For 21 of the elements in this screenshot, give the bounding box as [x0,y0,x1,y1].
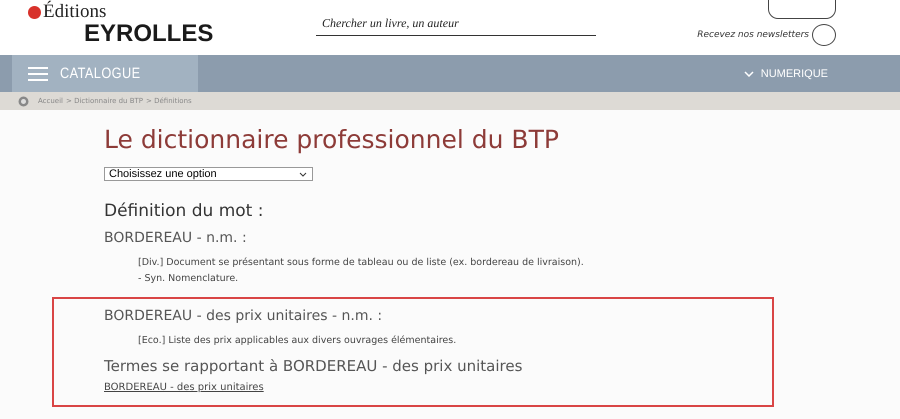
catalogue-menu[interactable]: CATALOGUE [12,55,198,92]
newsletter-label: Recevez nos newsletters [697,30,809,40]
logo[interactable]: Éditions EYROLLES [28,2,238,46]
page-title: Le dictionnaire professionnel du BTP [104,124,560,156]
option-select[interactable]: Choisissez une option [104,167,313,181]
newsletter-checkbox[interactable] [812,24,836,46]
home-icon[interactable] [18,96,29,106]
section-heading: Définition du mot : [104,201,264,221]
menu-icon [28,66,48,80]
definition-text: [Eco.] Liste des prix applicables aux divers ouvrages élémentaires. [138,334,458,348]
chevron-icon [299,172,307,176]
related-heading: Termes se rapportant à BORDEREAU - des prix unitaires [104,357,524,375]
search-field[interactable]: Chercher un livre, un auteur [316,16,596,36]
chevron-icon [744,70,754,76]
definition-text: - Syn. Nomenclature. [138,272,240,286]
definition-text: [Div.] Document se présentant sous forme de tableau ou de liste (ex. bordereau de livraison). [138,256,585,270]
term-link[interactable]: BORDEREAU - des prix unitaires [104,381,264,395]
term-heading: BORDEREAU - des prix unitaires - n.m. : [104,307,384,325]
nav-link[interactable]: NUMERIQUE [744,55,828,92]
account-button[interactable] [768,0,836,19]
term-heading: BORDEREAU - n.m. : [104,229,248,247]
